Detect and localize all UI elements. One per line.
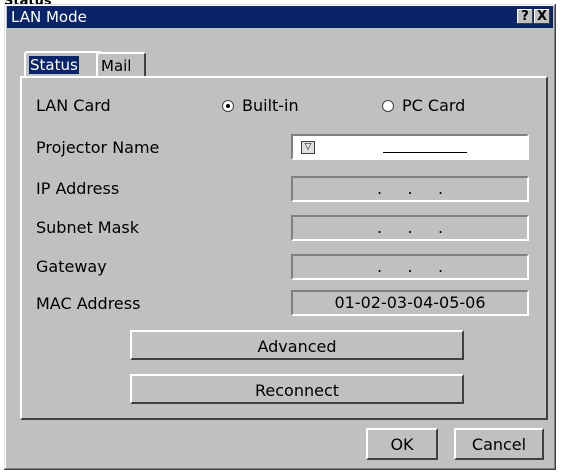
name-underline: [383, 152, 467, 153]
radio-pc-card[interactable]: PC Card: [382, 96, 465, 116]
projector-name-field[interactable]: ▽: [291, 134, 529, 160]
advanced-button[interactable]: Advanced: [130, 330, 464, 360]
subnet-mask-label: Subnet Mask: [36, 218, 140, 237]
gateway-value: . . .: [376, 257, 444, 276]
radio-selected-icon: [222, 99, 234, 112]
window-title: LAN Mode: [11, 8, 87, 26]
reconnect-button[interactable]: Reconnect: [130, 374, 464, 404]
tab-status[interactable]: Status: [24, 51, 103, 77]
gateway-field[interactable]: . . .: [291, 254, 529, 280]
mac-address-label: MAC Address: [36, 294, 141, 313]
ok-button[interactable]: OK: [366, 428, 438, 460]
radio-built-in[interactable]: Built-in: [222, 96, 299, 116]
cancel-button[interactable]: Cancel: [454, 428, 544, 460]
ip-address-label: IP Address: [36, 179, 120, 198]
lan-mode-dialog: LAN Mode ? X Status Mail LAN Card Built-…: [4, 4, 556, 470]
tab-mail[interactable]: Mail: [96, 52, 146, 76]
gateway-label: Gateway: [36, 257, 107, 276]
status-panel: [20, 76, 548, 420]
help-button[interactable]: ?: [517, 9, 533, 24]
dropdown-arrow-icon[interactable]: ▽: [301, 141, 315, 154]
radio-pc-card-label: PC Card: [402, 96, 466, 115]
mac-address-field: 01-02-03-04-05-06: [291, 290, 529, 316]
mac-address-value: 01-02-03-04-05-06: [334, 293, 486, 312]
subnet-mask-value: . . .: [376, 218, 444, 237]
ip-address-field[interactable]: . . .: [291, 176, 529, 202]
radio-unselected-icon: [382, 99, 394, 112]
projector-name-label: Projector Name: [36, 138, 160, 157]
lan-card-label: LAN Card: [36, 96, 111, 115]
tab-mail-label: Mail: [101, 57, 132, 75]
tab-status-label: Status: [29, 56, 79, 74]
close-button[interactable]: X: [534, 9, 550, 24]
subnet-mask-field[interactable]: . . .: [291, 215, 529, 241]
ip-address-value: . . .: [376, 179, 444, 198]
title-bar: LAN Mode ? X: [7, 6, 553, 28]
radio-built-in-label: Built-in: [242, 96, 299, 115]
